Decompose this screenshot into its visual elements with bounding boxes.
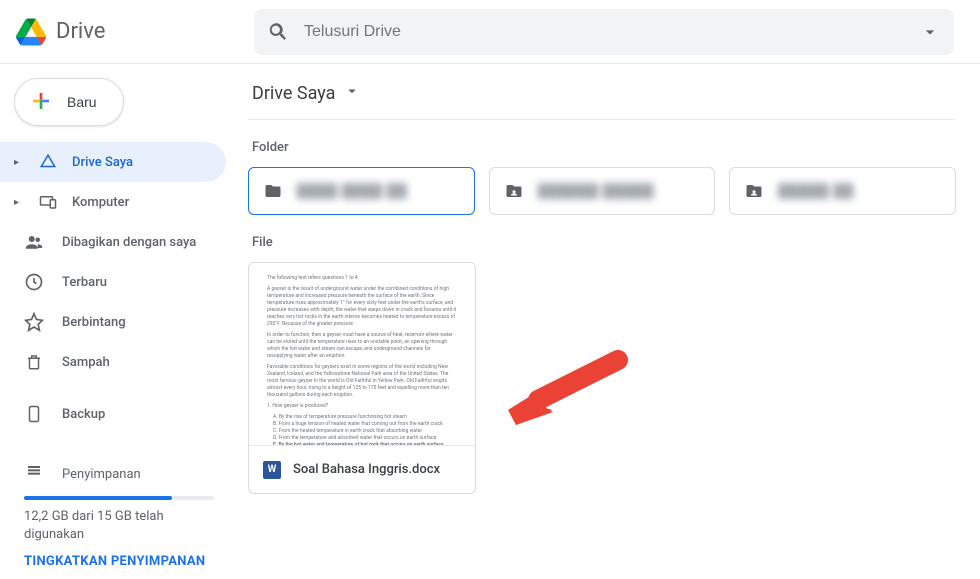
section-folders-label: Folder xyxy=(252,140,956,155)
folder-name-redacted: █████ ██ xyxy=(778,183,854,199)
nav-my-drive[interactable]: ▸ Drive Saya xyxy=(0,142,226,182)
shared-folder-icon xyxy=(744,182,764,200)
expand-icon: ▸ xyxy=(14,197,24,208)
folder-item[interactable]: ████ ████ ██ xyxy=(248,167,475,215)
product-name: Drive xyxy=(56,19,105,44)
word-doc-icon: W xyxy=(263,461,281,479)
folder-item[interactable]: ██████ █████ xyxy=(489,167,716,215)
shared-folder-icon xyxy=(504,182,524,200)
dropdown-icon[interactable] xyxy=(920,22,940,42)
plus-icon xyxy=(29,89,53,116)
backup-icon xyxy=(24,403,44,425)
nav-label: Berbintang xyxy=(62,315,126,330)
expand-icon: ▸ xyxy=(14,157,24,168)
storage-label: Penyimpanan xyxy=(62,467,141,482)
breadcrumb-title[interactable]: Drive Saya xyxy=(248,78,956,120)
nav-shared[interactable]: Dibagikan dengan saya xyxy=(0,222,226,262)
nav-computers[interactable]: ▸ Komputer xyxy=(0,182,226,222)
folder-icon xyxy=(263,182,283,200)
search-icon xyxy=(268,21,290,43)
drive-logo-icon xyxy=(16,18,46,46)
folder-name-redacted: ██████ █████ xyxy=(538,183,655,199)
clock-icon xyxy=(24,272,44,292)
nav-trash[interactable]: Sampah xyxy=(0,342,226,382)
search-input[interactable] xyxy=(304,23,920,41)
main-content: Drive Saya Folder ████ ████ ██ ██████ ██… xyxy=(238,64,980,579)
storage-text: 12,2 GB dari 15 GB telah digunakan xyxy=(24,508,214,544)
file-item[interactable]: The following text refers questions 1 to… xyxy=(248,262,476,494)
nav-label: Dibagikan dengan saya xyxy=(62,235,196,250)
nav-starred[interactable]: Berbintang xyxy=(0,302,226,342)
section-files-label: File xyxy=(252,235,956,250)
nav-label: Drive Saya xyxy=(72,155,133,170)
sidebar: Baru ▸ Drive Saya ▸ Komputer Dibagikan d… xyxy=(0,64,238,579)
storage-icon xyxy=(24,464,44,484)
dropdown-icon xyxy=(343,82,361,105)
app-logo-block[interactable]: Drive xyxy=(16,18,254,46)
upgrade-storage-link[interactable]: TINGKATKAN PENYIMPANAN xyxy=(24,554,214,571)
file-thumbnail: The following text refers questions 1 to… xyxy=(249,263,475,445)
file-name: Soal Bahasa Inggris.docx xyxy=(293,462,440,477)
shared-icon xyxy=(24,233,44,251)
nav-recent[interactable]: Terbaru xyxy=(0,262,226,302)
search-bar[interactable] xyxy=(254,9,954,55)
nav-label: Komputer xyxy=(72,195,129,210)
nav-label: Terbaru xyxy=(62,275,107,290)
devices-icon xyxy=(38,193,58,211)
page-title: Drive Saya xyxy=(252,83,335,104)
nav-backup[interactable]: Backup xyxy=(0,394,226,434)
storage-bar xyxy=(24,496,214,500)
star-icon xyxy=(24,312,44,332)
folder-name-redacted: ████ ████ ██ xyxy=(297,183,408,199)
nav-storage[interactable]: Penyimpanan xyxy=(24,454,214,494)
drive-icon xyxy=(38,153,58,171)
trash-icon xyxy=(24,352,44,372)
new-button[interactable]: Baru xyxy=(14,78,124,126)
folder-item[interactable]: █████ ██ xyxy=(729,167,956,215)
nav-label: Sampah xyxy=(62,355,110,370)
new-button-label: Baru xyxy=(67,94,97,110)
nav-label: Backup xyxy=(62,407,105,422)
